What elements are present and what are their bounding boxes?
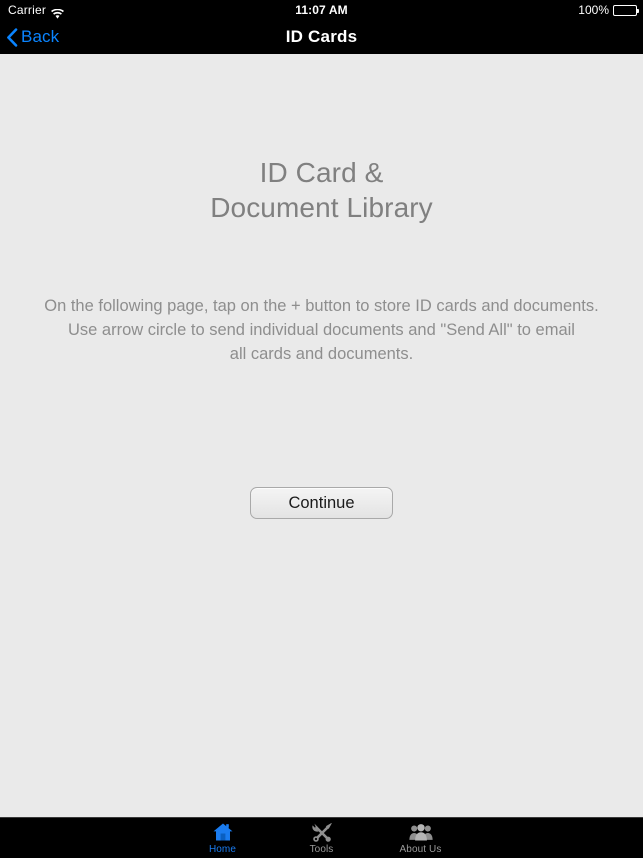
instructions-line-2: Use arrow circle to send individual docu… — [68, 321, 575, 339]
instructions-line-3: all cards and documents. — [229, 345, 414, 363]
instructions-text: On the following page, tap on the + butt… — [0, 294, 643, 366]
tab-bar: Home Tools About Us — [0, 817, 643, 858]
app-screen: Carrier 11:07 AM 100% Back ID Cards ID C… — [0, 0, 643, 858]
page-title: ID Cards — [285, 27, 358, 46]
people-icon — [408, 821, 433, 843]
tab-item-about-us[interactable]: About Us — [382, 821, 460, 855]
tab-item-tools[interactable]: Tools — [283, 821, 361, 855]
library-heading-line-1: ID Card & — [259, 157, 384, 188]
tab-item-tools-label: Tools — [309, 844, 334, 855]
tab-item-home-label: Home — [208, 844, 237, 855]
library-heading-line-2: Document Library — [210, 192, 433, 223]
continue-button[interactable]: Continue — [250, 487, 393, 519]
tools-icon — [310, 821, 334, 843]
main-content: ID Card & Document Library On the follow… — [0, 54, 643, 817]
navigation-bar: Back ID Cards — [0, 20, 643, 54]
tab-item-about-us-label: About Us — [399, 844, 442, 855]
tab-bar-items: Home Tools About Us — [184, 821, 460, 855]
status-bar-right: 100% — [578, 0, 639, 20]
status-bar: Carrier 11:07 AM 100% — [0, 0, 643, 20]
battery-percent-label: 100% — [578, 3, 609, 17]
home-icon — [211, 821, 235, 843]
battery-full-icon — [613, 4, 639, 16]
instructions-line-1: On the following page, tap on the + butt… — [44, 297, 599, 315]
tab-item-home[interactable]: Home — [184, 821, 262, 855]
continue-button-container: Continue — [0, 487, 643, 519]
library-heading: ID Card & Document Library — [0, 155, 643, 225]
status-bar-clock: 11:07 AM — [295, 3, 348, 17]
